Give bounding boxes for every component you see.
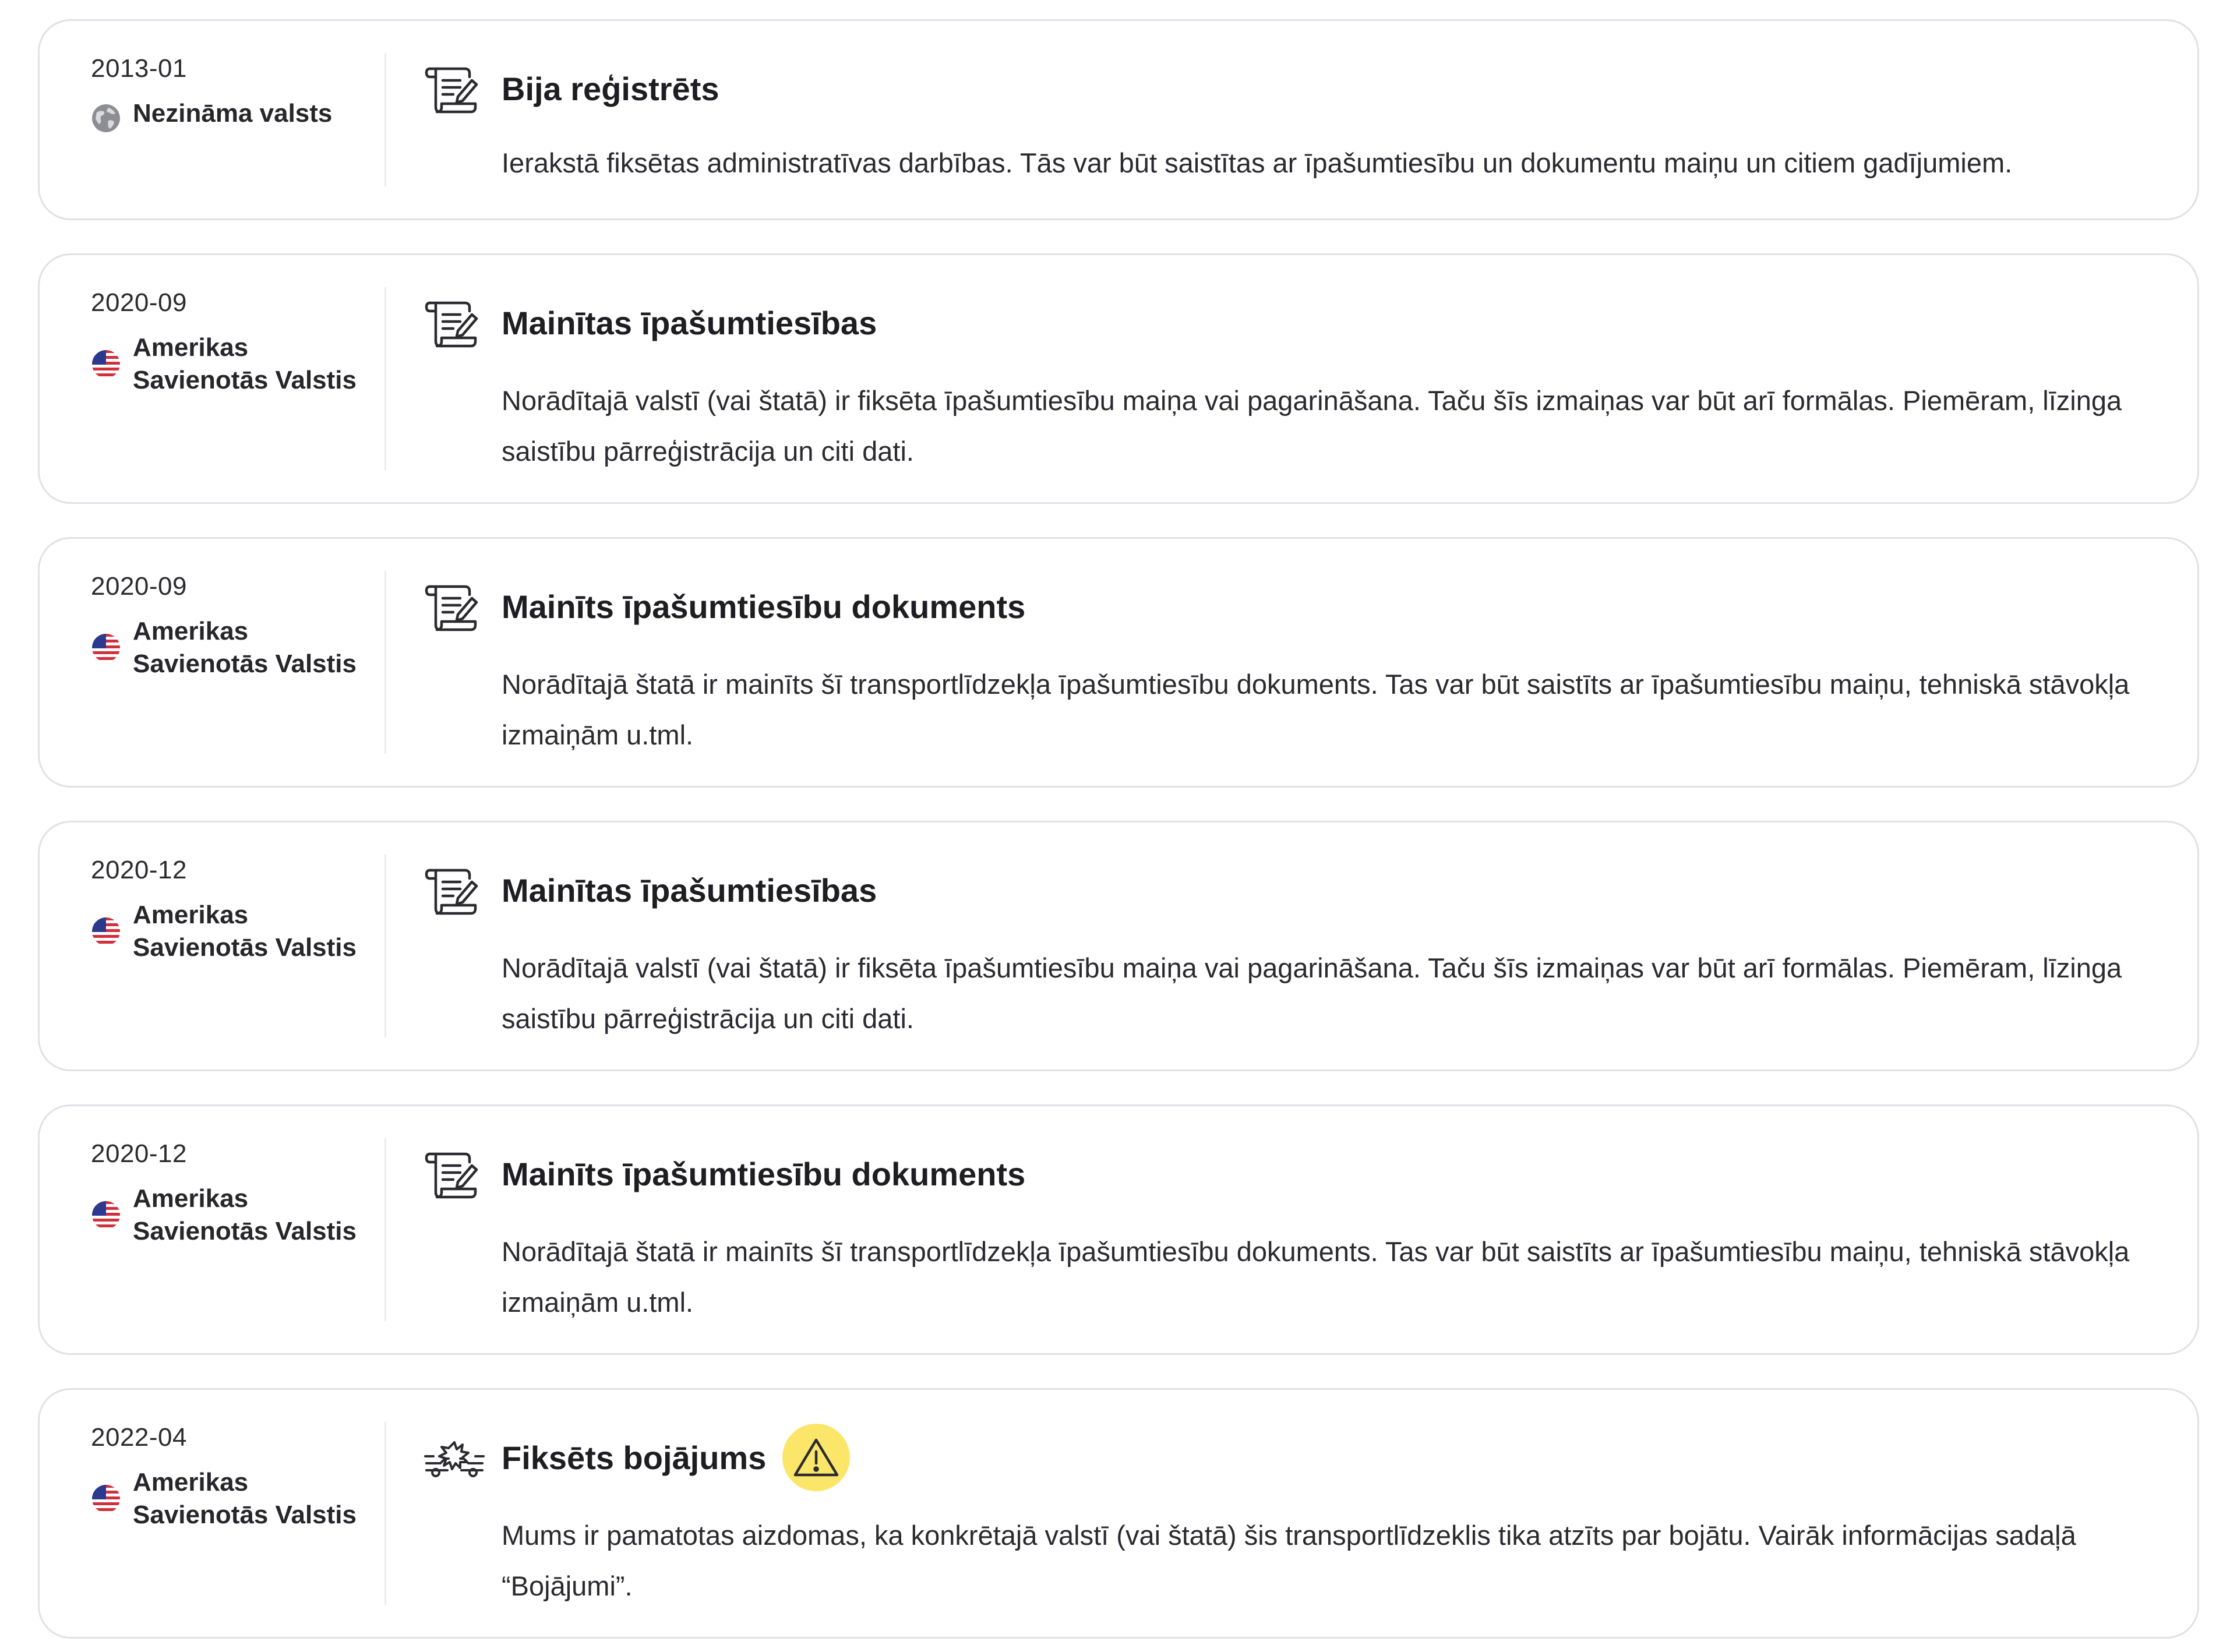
event-card: 2020-12 Amerikas Savienotās Valstis Main… [38,821,2199,1071]
event-description: Norādītajā valstī (vai štatā) ir fiksēta… [502,385,2122,467]
us-flag-icon [91,1484,121,1514]
country-name: Amerikas Savienotās Valstis [133,333,357,394]
country-name: Amerikas Savienotās Valstis [133,901,357,962]
event-title-row: Mainīts īpašumtiesību dokuments [502,583,1025,630]
divider [384,53,386,186]
country-name: Amerikas Savienotās Valstis [133,1184,357,1245]
event-meta: 2022-04 Amerikas Savienotās Valstis [91,1422,388,1531]
us-flag-icon [91,916,121,947]
event-date: 2022-04 [91,1423,187,1452]
document-scroll-icon [424,863,480,919]
document-scroll-icon [424,580,480,636]
country-name: Nezināma valsts [133,99,333,128]
us-flag-icon [91,633,121,663]
event-card: 2020-12 Amerikas Savienotās Valstis Main… [38,1104,2199,1355]
document-scroll-icon [424,62,480,118]
globe-icon [91,103,121,133]
divider [384,571,386,754]
event-meta: 2020-12 Amerikas Savienotās Valstis [91,855,388,964]
event-meta: 2020-12 Amerikas Savienotās Valstis [91,1138,388,1248]
divider [384,287,386,470]
event-meta: 2020-09 Amerikas Savienotās Valstis [91,571,388,680]
car-crash-icon [424,1431,485,1487]
us-flag-icon [91,349,121,379]
event-card: 2022-04 Amerikas Savienotās Valstis Fiks… [38,1388,2199,1639]
event-title: Mainīts īpašumtiesību dokuments [502,1155,1026,1192]
document-scroll-icon [424,1147,480,1203]
event-country: Amerikas Savienotās Valstis [91,899,388,964]
event-meta: 2013-01 Nezināma valsts [91,53,388,133]
event-title-row: Bija reģistrēts [502,65,719,112]
event-date: 2020-12 [91,856,187,884]
event-description: Ierakstā fiksētas administratīvas darbīb… [502,147,2013,178]
event-card: 2013-01 Nezināma valsts Bija reģistrēts … [38,19,2199,220]
events-timeline: 2013-01 Nezināma valsts Bija reģistrēts … [0,0,2237,1652]
document-scroll-icon [424,296,480,352]
event-title: Bija reģistrēts [502,70,719,107]
event-card: 2020-09 Amerikas Savienotās Valstis Main… [38,537,2199,788]
divider [384,1138,386,1321]
event-description: Norādītajā štatā ir mainīts šī transport… [502,1236,2130,1318]
event-title: Fiksēts bojājums [502,1439,767,1476]
event-country: Amerikas Savienotās Valstis [91,1466,388,1531]
event-meta: 2020-09 Amerikas Savienotās Valstis [91,287,388,397]
event-title: Mainītas īpašumtiesības [502,304,877,341]
warning-icon [782,1424,851,1491]
event-description: Norādītajā štatā ir mainīts šī transport… [502,669,2130,750]
event-title: Mainītas īpašumtiesības [502,871,877,909]
event-description: Mums ir pamatotas aizdomas, ka konkrētaj… [502,1520,2076,1601]
event-title-row: Mainītas īpašumtiesības [502,299,877,346]
us-flag-icon [91,1200,121,1230]
event-description: Norādītajā valstī (vai štatā) ir fiksēta… [502,952,2122,1034]
event-country: Amerikas Savienotās Valstis [91,331,388,397]
divider [384,855,386,1037]
event-card: 2020-09 Amerikas Savienotās Valstis Main… [38,253,2199,504]
event-country: Nezināma valsts [91,97,388,133]
event-country: Amerikas Savienotās Valstis [91,1182,388,1248]
event-date: 2020-09 [91,288,187,317]
event-date: 2020-12 [91,1139,187,1168]
divider [384,1422,386,1605]
event-date: 2013-01 [91,54,187,83]
country-name: Amerikas Savienotās Valstis [133,1468,357,1529]
event-title-row: Mainītas īpašumtiesības [502,867,877,913]
event-country: Amerikas Savienotās Valstis [91,615,388,680]
event-title-row: Fiksēts bojājums [502,1424,851,1491]
event-title: Mainīts īpašumtiesību dokuments [502,588,1026,625]
event-title-row: Mainīts īpašumtiesību dokuments [502,1150,1025,1197]
country-name: Amerikas Savienotās Valstis [133,617,357,678]
event-date: 2020-09 [91,572,187,601]
